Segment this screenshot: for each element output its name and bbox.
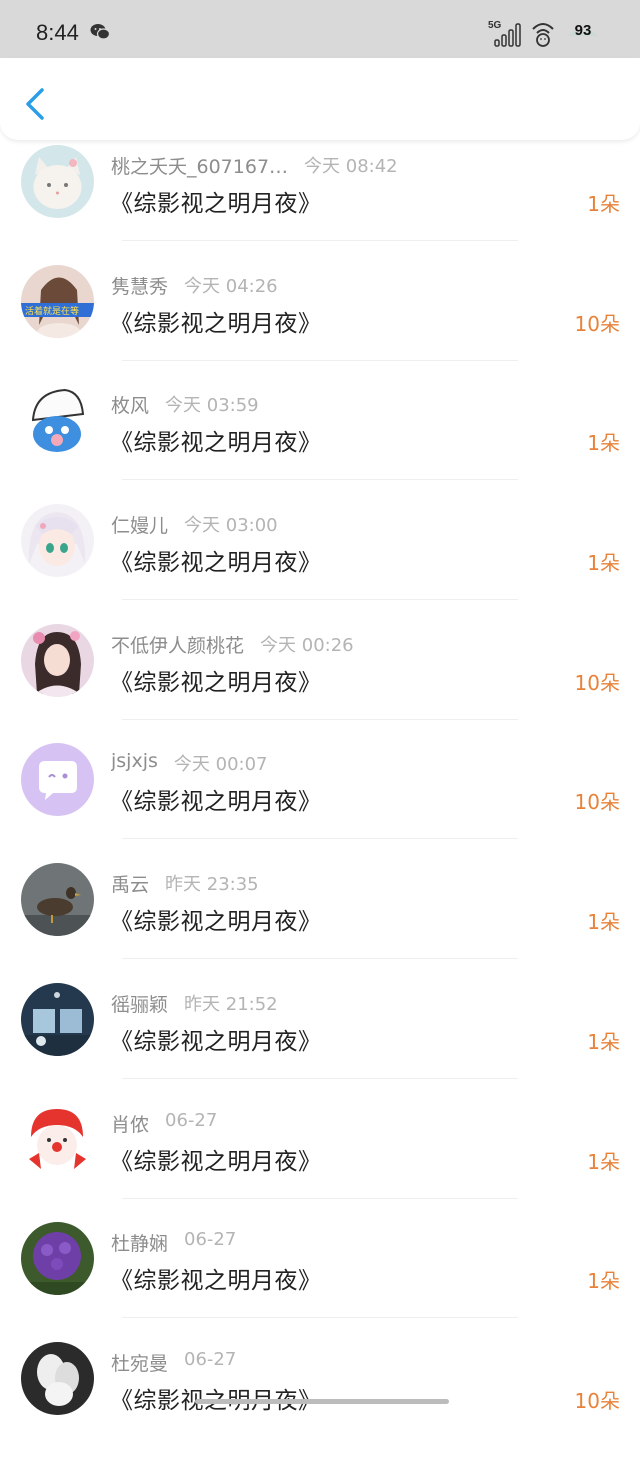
avatar[interactable] [21, 623, 94, 697]
status-time: 8:44 [36, 20, 79, 45]
divider [122, 599, 518, 601]
avatar[interactable] [21, 982, 94, 1056]
list-item[interactable]: 肖侬 06-27 《综影视之明月夜》 1朵 [0, 1098, 640, 1218]
divider [122, 359, 518, 361]
list-item[interactable]: 活着就是在等 隽慧秀 今天 04:26 《综影视之明月夜》 10朵 [0, 260, 640, 380]
gift-record-list: 桃之夭夭_607167… 今天 08:42 《综影视之明月夜》 1朵 活着就是在等… [0, 140, 640, 1457]
duck-avatar-icon [21, 863, 94, 937]
divider [122, 479, 518, 481]
anime-girl-avatar-icon [21, 504, 94, 578]
back-button[interactable] [18, 84, 52, 124]
wifi-icon [532, 23, 554, 47]
divider [122, 718, 518, 720]
smurf-avatar-icon [21, 384, 94, 458]
list-item[interactable]: 桃之夭夭_607167… 今天 08:42 《综影视之明月夜》 1朵 [0, 140, 640, 260]
cat-avatar-icon [21, 145, 94, 218]
chat-bubble-avatar-icon [21, 743, 94, 817]
clown-avatar-icon [21, 1102, 94, 1176]
gift-amount: 10朵 [574, 1388, 620, 1413]
list-item[interactable]: 徭骊颖 昨天 21:52 《综影视之明月夜》 1朵 [0, 978, 640, 1098]
gift-amount: 10朵 [574, 311, 620, 336]
book-title: 《综影视之明月夜》 [110, 909, 322, 936]
user-name: 禹云 [111, 874, 150, 897]
avatar[interactable] [21, 384, 94, 458]
divider [122, 240, 518, 241]
avatar[interactable] [21, 863, 94, 937]
user-name: 杜静娴 [111, 1233, 169, 1256]
gift-amount: 1朵 [587, 1149, 620, 1174]
user-name: 不低伊人颜桃花 [111, 634, 245, 657]
gift-amount: 1朵 [587, 192, 620, 216]
user-name: jsjxjs [111, 750, 158, 773]
gift-amount: 1朵 [587, 910, 620, 935]
book-title: 《综影视之明月夜》 [110, 789, 322, 816]
gift-time: 今天 04:26 [184, 275, 278, 297]
battery-indicator: 93 [566, 22, 600, 42]
list-item[interactable]: 枚风 今天 03:59 《综影视之明月夜》 1朵 [0, 379, 640, 499]
avatar[interactable] [21, 504, 94, 578]
gift-amount: 10朵 [574, 670, 620, 695]
book-title: 《综影视之明月夜》 [110, 1148, 322, 1175]
wechat-icon [90, 24, 110, 40]
book-title: 《综影视之明月夜》 [110, 191, 322, 217]
book-title: 《综影视之明月夜》 [110, 310, 322, 337]
user-name: 杜宛曼 [111, 1352, 169, 1375]
divider [122, 1197, 518, 1199]
user-name: 枚风 [111, 395, 150, 418]
user-name: 桃之夭夭_607167… [111, 156, 289, 178]
gift-amount: 1朵 [587, 431, 620, 456]
window-scene-avatar-icon [21, 982, 94, 1056]
gift-time: 今天 08:42 [304, 156, 398, 177]
svg-text:活着就是在等: 活着就是在等 [25, 305, 79, 317]
girl-photo-avatar-icon: 活着就是在等 [21, 264, 94, 338]
gift-time: 06-27 [165, 1109, 218, 1131]
nav-bar [0, 58, 640, 140]
gift-amount: 10朵 [574, 790, 620, 815]
gift-amount: 1朵 [587, 1029, 620, 1054]
avatar[interactable] [21, 1341, 94, 1415]
gift-time: 今天 00:07 [173, 754, 268, 776]
user-name: 徭骊颖 [111, 993, 169, 1016]
gift-time: 昨天 23:35 [165, 874, 259, 896]
avatar[interactable] [21, 1102, 94, 1176]
gift-time: 06-27 [184, 1229, 237, 1251]
book-title: 《综影视之明月夜》 [110, 430, 322, 457]
book-title: 《综影视之明月夜》 [110, 669, 322, 696]
list-item[interactable]: 不低伊人颜桃花 今天 00:26 《综影视之明月夜》 10朵 [0, 619, 640, 739]
list-item[interactable]: 杜宛曼 06-27 《综影视之明月夜》 10朵 [0, 1337, 640, 1457]
gift-time: 今天 03:59 [165, 395, 259, 417]
gift-time: 今天 03:00 [184, 515, 278, 537]
list-item[interactable]: 禹云 昨天 23:35 《综影视之明月夜》 1朵 [0, 858, 640, 978]
avatar[interactable] [21, 145, 94, 218]
battery-level: 93 [574, 22, 592, 39]
home-indicator[interactable] [195, 1399, 449, 1404]
gift-time: 06-27 [184, 1348, 237, 1370]
hydrangea-avatar-icon [21, 1222, 94, 1296]
user-name: 仁嫚儿 [111, 515, 169, 538]
book-title: 《综影视之明月夜》 [110, 550, 322, 577]
avatar[interactable]: 活着就是在等 [21, 264, 94, 338]
avatar[interactable] [21, 743, 94, 817]
signal-5g-icon: 5G [488, 20, 521, 47]
flower-girl-avatar-icon [21, 623, 94, 697]
avatar[interactable] [21, 1222, 94, 1296]
divider [122, 1317, 518, 1319]
book-title: 《综影视之明月夜》 [110, 1387, 322, 1414]
white-flower-avatar-icon [21, 1341, 94, 1415]
svg-text:5G: 5G [488, 20, 502, 31]
book-title: 《综影视之明月夜》 [110, 1268, 322, 1295]
list-item[interactable]: jsjxjs 今天 00:07 《综影视之明月夜》 10朵 [0, 738, 640, 858]
divider [122, 958, 518, 960]
user-name: 肖侬 [111, 1113, 150, 1136]
gift-time: 昨天 21:52 [184, 993, 278, 1015]
book-title: 《综影视之明月夜》 [110, 1028, 322, 1055]
gift-amount: 1朵 [587, 551, 620, 576]
divider [122, 1077, 518, 1079]
list-item[interactable]: 杜静娴 06-27 《综影视之明月夜》 1朵 [0, 1217, 640, 1337]
gift-time: 今天 00:26 [260, 634, 354, 656]
user-name: 隽慧秀 [111, 275, 169, 298]
list-item[interactable]: 仁嫚儿 今天 03:00 《综影视之明月夜》 1朵 [0, 499, 640, 619]
gift-amount: 1朵 [587, 1269, 620, 1294]
divider [122, 838, 518, 840]
